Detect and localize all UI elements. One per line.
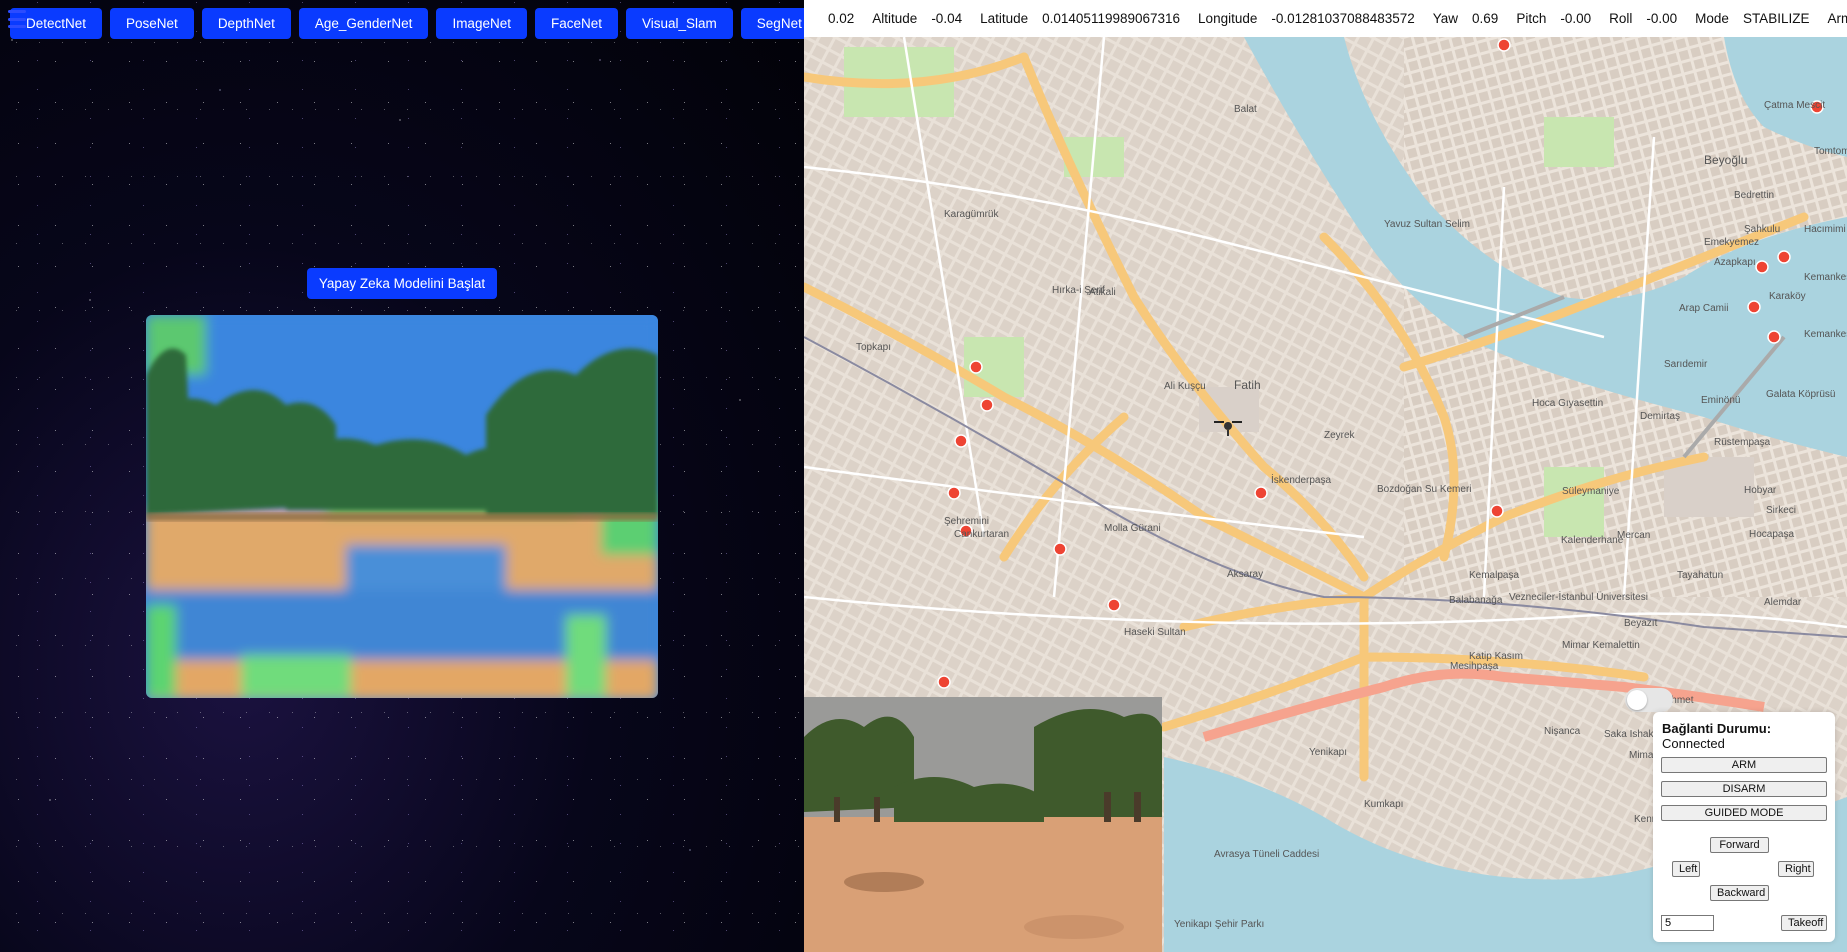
speed-value: 0.02 <box>828 11 855 26</box>
start-ai-model-button[interactable]: Yapay Zeka Modelini Başlat <box>307 268 497 299</box>
svg-text:Şehremini: Şehremini <box>944 516 989 527</box>
svg-text:Azapkapı: Azapkapı <box>1714 257 1756 268</box>
svg-text:Vezneciler-İstanbul Üniversite: Vezneciler-İstanbul Üniversitesi <box>1509 590 1648 603</box>
svg-text:Nişanca: Nişanca <box>1544 726 1581 737</box>
svg-text:Cankurtaran: Cankurtaran <box>954 529 1009 540</box>
map-label: Fatih <box>1234 378 1261 392</box>
svg-text:Haseki Sultan: Haseki Sultan <box>1124 627 1186 638</box>
svg-text:Yenikapı Şehir Parkı: Yenikapı Şehir Parkı <box>1174 919 1264 930</box>
altitude-label: Altitude <box>872 11 918 26</box>
svg-text:Ali Kuşçu: Ali Kuşçu <box>1164 381 1206 392</box>
svg-text:Emekyemez: Emekyemez <box>1704 237 1759 248</box>
drone-control-panel: Bağlanti Durumu: Connected ARM DISARM GU… <box>1653 712 1835 942</box>
svg-text:Yenikapı: Yenikapı <box>1309 747 1347 758</box>
svg-text:İskenderpaşa: İskenderpaşa <box>1271 473 1331 486</box>
guided-mode-button[interactable]: GUIDED MODE <box>1661 805 1827 821</box>
svg-text:Topkapı: Topkapı <box>856 342 891 353</box>
svg-text:Tayahatun: Tayahatun <box>1677 570 1723 581</box>
roll-label: Roll <box>1609 11 1633 26</box>
model-button-age-gendernet[interactable]: Age_GenderNet <box>298 8 429 39</box>
svg-text:Avrasya Tüneli Caddesi: Avrasya Tüneli Caddesi <box>1214 849 1319 860</box>
svg-text:Saka Ishak: Saka Ishak <box>1604 729 1654 740</box>
connection-status-value: Connected <box>1662 736 1725 751</box>
svg-text:Zeyrek: Zeyrek <box>1324 430 1356 441</box>
latitude-value: 0.01405119989067316 <box>1042 11 1181 26</box>
model-button-visual-slam[interactable]: Visual_Slam <box>626 8 733 39</box>
segmentation-output-image <box>146 315 658 698</box>
longitude-value: -0.01281037088483572 <box>1271 11 1415 26</box>
telemetry-bar: 0.02 Altitude -0.04 Latitude 0.014051199… <box>804 0 1847 37</box>
svg-text:Rüstempaşa: Rüstempaşa <box>1714 437 1771 448</box>
model-button-posenet[interactable]: PoseNet <box>110 8 194 39</box>
model-button-segnet[interactable]: SegNet <box>740 8 804 39</box>
svg-text:Mimar Kemalettin: Mimar Kemalettin <box>1562 640 1640 651</box>
model-button-facenet[interactable]: FaceNet <box>534 8 618 39</box>
svg-text:Eminönü: Eminönü <box>1701 395 1740 406</box>
altitude-value: -0.04 <box>931 11 963 26</box>
svg-text:Kumkapı: Kumkapı <box>1364 799 1403 810</box>
svg-text:Karaköy: Karaköy <box>1769 291 1806 302</box>
panel-toggle-switch[interactable] <box>1625 688 1673 712</box>
model-selector-bar: DetectNet PoseNet DepthNet Age_GenderNet… <box>10 8 804 39</box>
svg-text:Çatma Mescit: Çatma Mescit <box>1764 100 1825 111</box>
svg-text:Kalenderhane: Kalenderhane <box>1561 535 1624 546</box>
svg-text:Kemankeş: Kemankeş <box>1804 272 1847 283</box>
takeoff-altitude-input[interactable] <box>1661 915 1714 931</box>
roll-value: -0.00 <box>1646 11 1678 26</box>
backward-button[interactable]: Backward <box>1710 885 1769 901</box>
svg-text:Hobyar: Hobyar <box>1744 485 1777 496</box>
latitude-label: Latitude <box>980 11 1029 26</box>
right-button[interactable]: Right <box>1778 861 1814 877</box>
ai-model-panel: DetectNet PoseNet DepthNet Age_GenderNet… <box>0 0 804 952</box>
svg-text:Hoca Gıyasettin: Hoca Gıyasettin <box>1532 398 1603 409</box>
svg-text:Mesihpaşa: Mesihpaşa <box>1450 661 1499 672</box>
svg-text:Balat: Balat <box>1234 104 1257 115</box>
mode-label: Mode <box>1695 11 1729 26</box>
svg-text:Hocapaşa: Hocapaşa <box>1749 529 1794 540</box>
pitch-value: -0.00 <box>1560 11 1592 26</box>
svg-text:Bozdoğan Su Kemeri: Bozdoğan Su Kemeri <box>1377 484 1472 495</box>
svg-text:Yavuz Sultan Selim: Yavuz Sultan Selim <box>1384 219 1470 230</box>
yaw-value: 0.69 <box>1472 11 1499 26</box>
arm-button[interactable]: ARM <box>1661 757 1827 773</box>
yaw-label: Yaw <box>1432 11 1459 26</box>
longitude-label: Longitude <box>1198 11 1258 26</box>
hamburger-icon[interactable] <box>8 10 26 28</box>
svg-text:Hırka-i Şerif: Hırka-i Şerif <box>1052 285 1105 296</box>
disarm-button[interactable]: DISARM <box>1661 781 1827 797</box>
model-button-depthnet[interactable]: DepthNet <box>201 8 291 39</box>
left-button[interactable]: Left <box>1672 861 1700 877</box>
svg-text:Beyoğlu: Beyoğlu <box>1704 153 1747 167</box>
svg-text:Aksaray: Aksaray <box>1227 569 1263 580</box>
svg-text:Alemdar: Alemdar <box>1764 597 1802 608</box>
model-button-imagenet[interactable]: ImageNet <box>436 8 527 39</box>
takeoff-button[interactable]: Takeoff <box>1781 915 1827 931</box>
svg-text:Kemalpaşa: Kemalpaşa <box>1469 570 1519 581</box>
armed-status: Armed <box>1827 11 1847 26</box>
svg-text:Balabanağa: Balabanağa <box>1449 595 1503 606</box>
drone-camera-view <box>804 697 1162 952</box>
forward-button[interactable]: Forward <box>1710 837 1769 853</box>
svg-text:Sirkeci: Sirkeci <box>1766 505 1796 516</box>
svg-text:Karagümrük: Karagümrük <box>944 209 999 220</box>
svg-text:Demirtaş: Demirtaş <box>1640 411 1680 422</box>
svg-text:Galata Köprüsü: Galata Köprüsü <box>1766 389 1836 400</box>
svg-text:Bedrettin: Bedrettin <box>1734 190 1774 201</box>
mode-value: STABILIZE <box>1742 11 1810 26</box>
svg-text:Süleymaniye: Süleymaniye <box>1562 486 1620 497</box>
svg-text:Şahkulu: Şahkulu <box>1744 224 1780 235</box>
svg-text:Tomtom: Tomtom <box>1814 146 1847 157</box>
svg-text:Molla Gürani: Molla Gürani <box>1104 523 1161 534</box>
svg-text:Sarıdemir: Sarıdemir <box>1664 359 1708 370</box>
svg-text:Hacımimi: Hacımimi <box>1804 224 1846 235</box>
telemetry-readout: 0.02 Altitude -0.04 Latitude 0.014051199… <box>828 11 1847 26</box>
pitch-label: Pitch <box>1516 11 1547 26</box>
svg-text:Arap Camii: Arap Camii <box>1679 303 1728 314</box>
svg-text:Kemankeş Karamustafa Paşa: Kemankeş Karamustafa Paşa <box>1804 329 1847 340</box>
svg-text:Beyazıt: Beyazıt <box>1624 618 1658 629</box>
connection-status-label: Bağlanti Durumu: <box>1662 721 1772 736</box>
